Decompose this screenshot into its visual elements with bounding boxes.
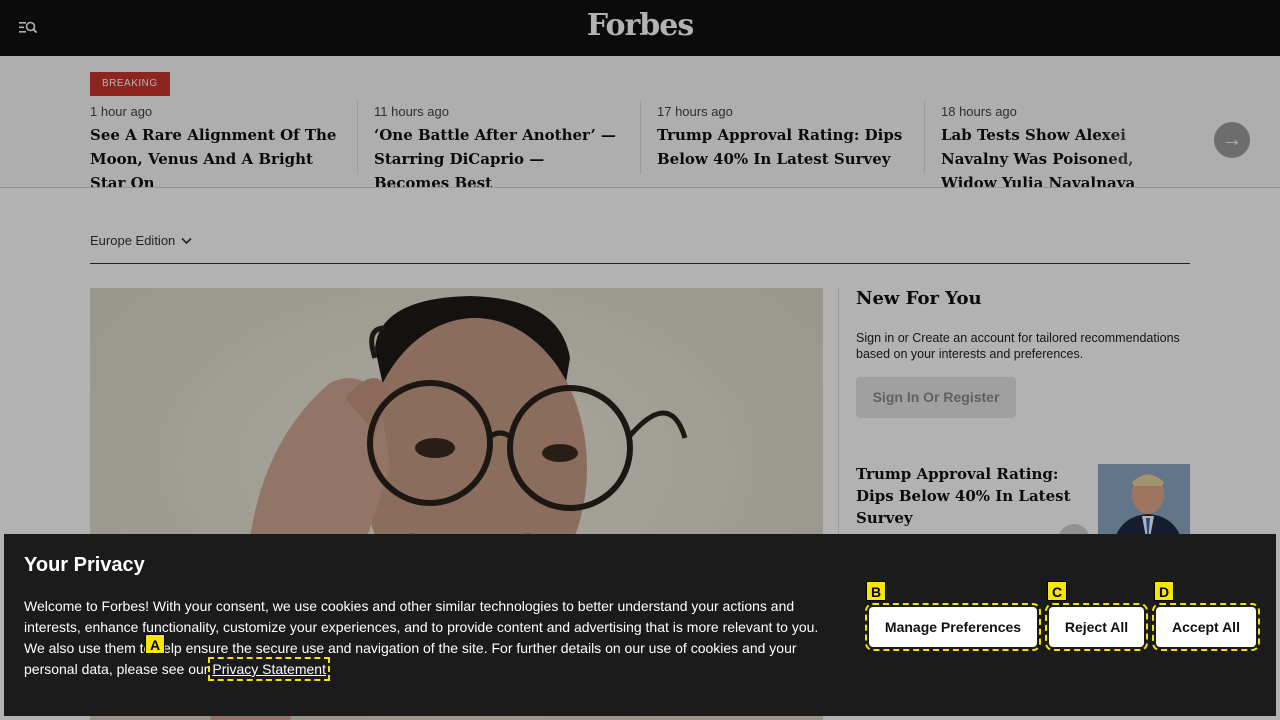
reject-all-button[interactable]: Reject All xyxy=(1045,603,1148,651)
privacy-statement-link[interactable]: Privacy Statement xyxy=(208,657,330,681)
privacy-banner: Your Privacy Welcome to Forbes! With you… xyxy=(4,534,1276,716)
privacy-body-text: Welcome to Forbes! With your consent, we… xyxy=(24,598,819,677)
accept-all-button[interactable]: Accept All xyxy=(1152,603,1260,651)
marker-d: D xyxy=(1154,581,1174,601)
marker-a: A xyxy=(145,634,165,654)
manage-preferences-button[interactable]: Manage Preferences xyxy=(865,603,1041,651)
marker-b: B xyxy=(866,581,886,601)
privacy-title: Your Privacy xyxy=(24,554,145,576)
marker-c: C xyxy=(1047,581,1067,601)
